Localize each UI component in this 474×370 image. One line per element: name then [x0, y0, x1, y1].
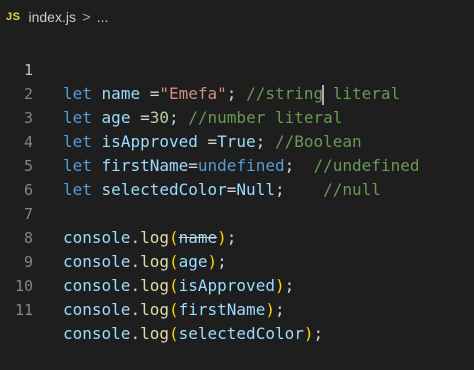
code-line[interactable]: 4 let firstName=undefined; //undefined	[0, 106, 474, 175]
semicolon: ;	[313, 324, 324, 343]
code-line[interactable]: 2 let age =30; //number literal	[0, 58, 474, 127]
breadcrumb-file[interactable]: index.js	[28, 9, 75, 25]
code-line[interactable]: 10 console.log(firstName);	[0, 250, 474, 319]
function-call: log	[140, 324, 169, 343]
code-line[interactable]: 8 console.log(age);	[0, 202, 474, 271]
code-line[interactable]: 7 console.log(name);	[0, 178, 474, 247]
code-text: console.log(selectedColor);	[63, 322, 323, 346]
code-editor[interactable]: 1 let name ="Emefa"; //string literal 2 …	[0, 34, 474, 343]
code-line[interactable]: 6	[0, 154, 474, 199]
code-line[interactable]: 1 let name ="Emefa"; //string literal	[0, 34, 474, 105]
semicolon: ;	[274, 300, 285, 319]
code-line[interactable]: 11 console.log(selectedColor);	[0, 274, 474, 343]
console-object: console	[63, 300, 131, 319]
console-object: console	[63, 324, 131, 343]
code-line[interactable]: 9 console.log(isApproved);	[0, 226, 474, 295]
breadcrumb: JS index.js > ...	[0, 0, 474, 34]
open-paren: (	[168, 324, 179, 343]
dot: .	[130, 300, 141, 319]
code-line[interactable]: 3 let isApproved =True; //Boolean	[0, 82, 474, 151]
argument: firstName	[178, 300, 266, 319]
close-paren: )	[265, 300, 275, 319]
close-paren: )	[303, 324, 314, 343]
code-line[interactable]: 5 let selectedColor=Null; //null	[0, 130, 474, 199]
line-number: 11	[14, 301, 33, 319]
chevron-right-icon: >	[81, 8, 91, 26]
dot: .	[130, 324, 141, 343]
function-call: log	[140, 300, 169, 319]
javascript-file-icon: JS	[6, 11, 21, 23]
argument: selectedColor	[178, 324, 304, 343]
code-text: console.log(firstName);	[63, 298, 285, 322]
breadcrumb-symbols[interactable]: ...	[97, 9, 109, 25]
open-paren: (	[168, 300, 179, 319]
